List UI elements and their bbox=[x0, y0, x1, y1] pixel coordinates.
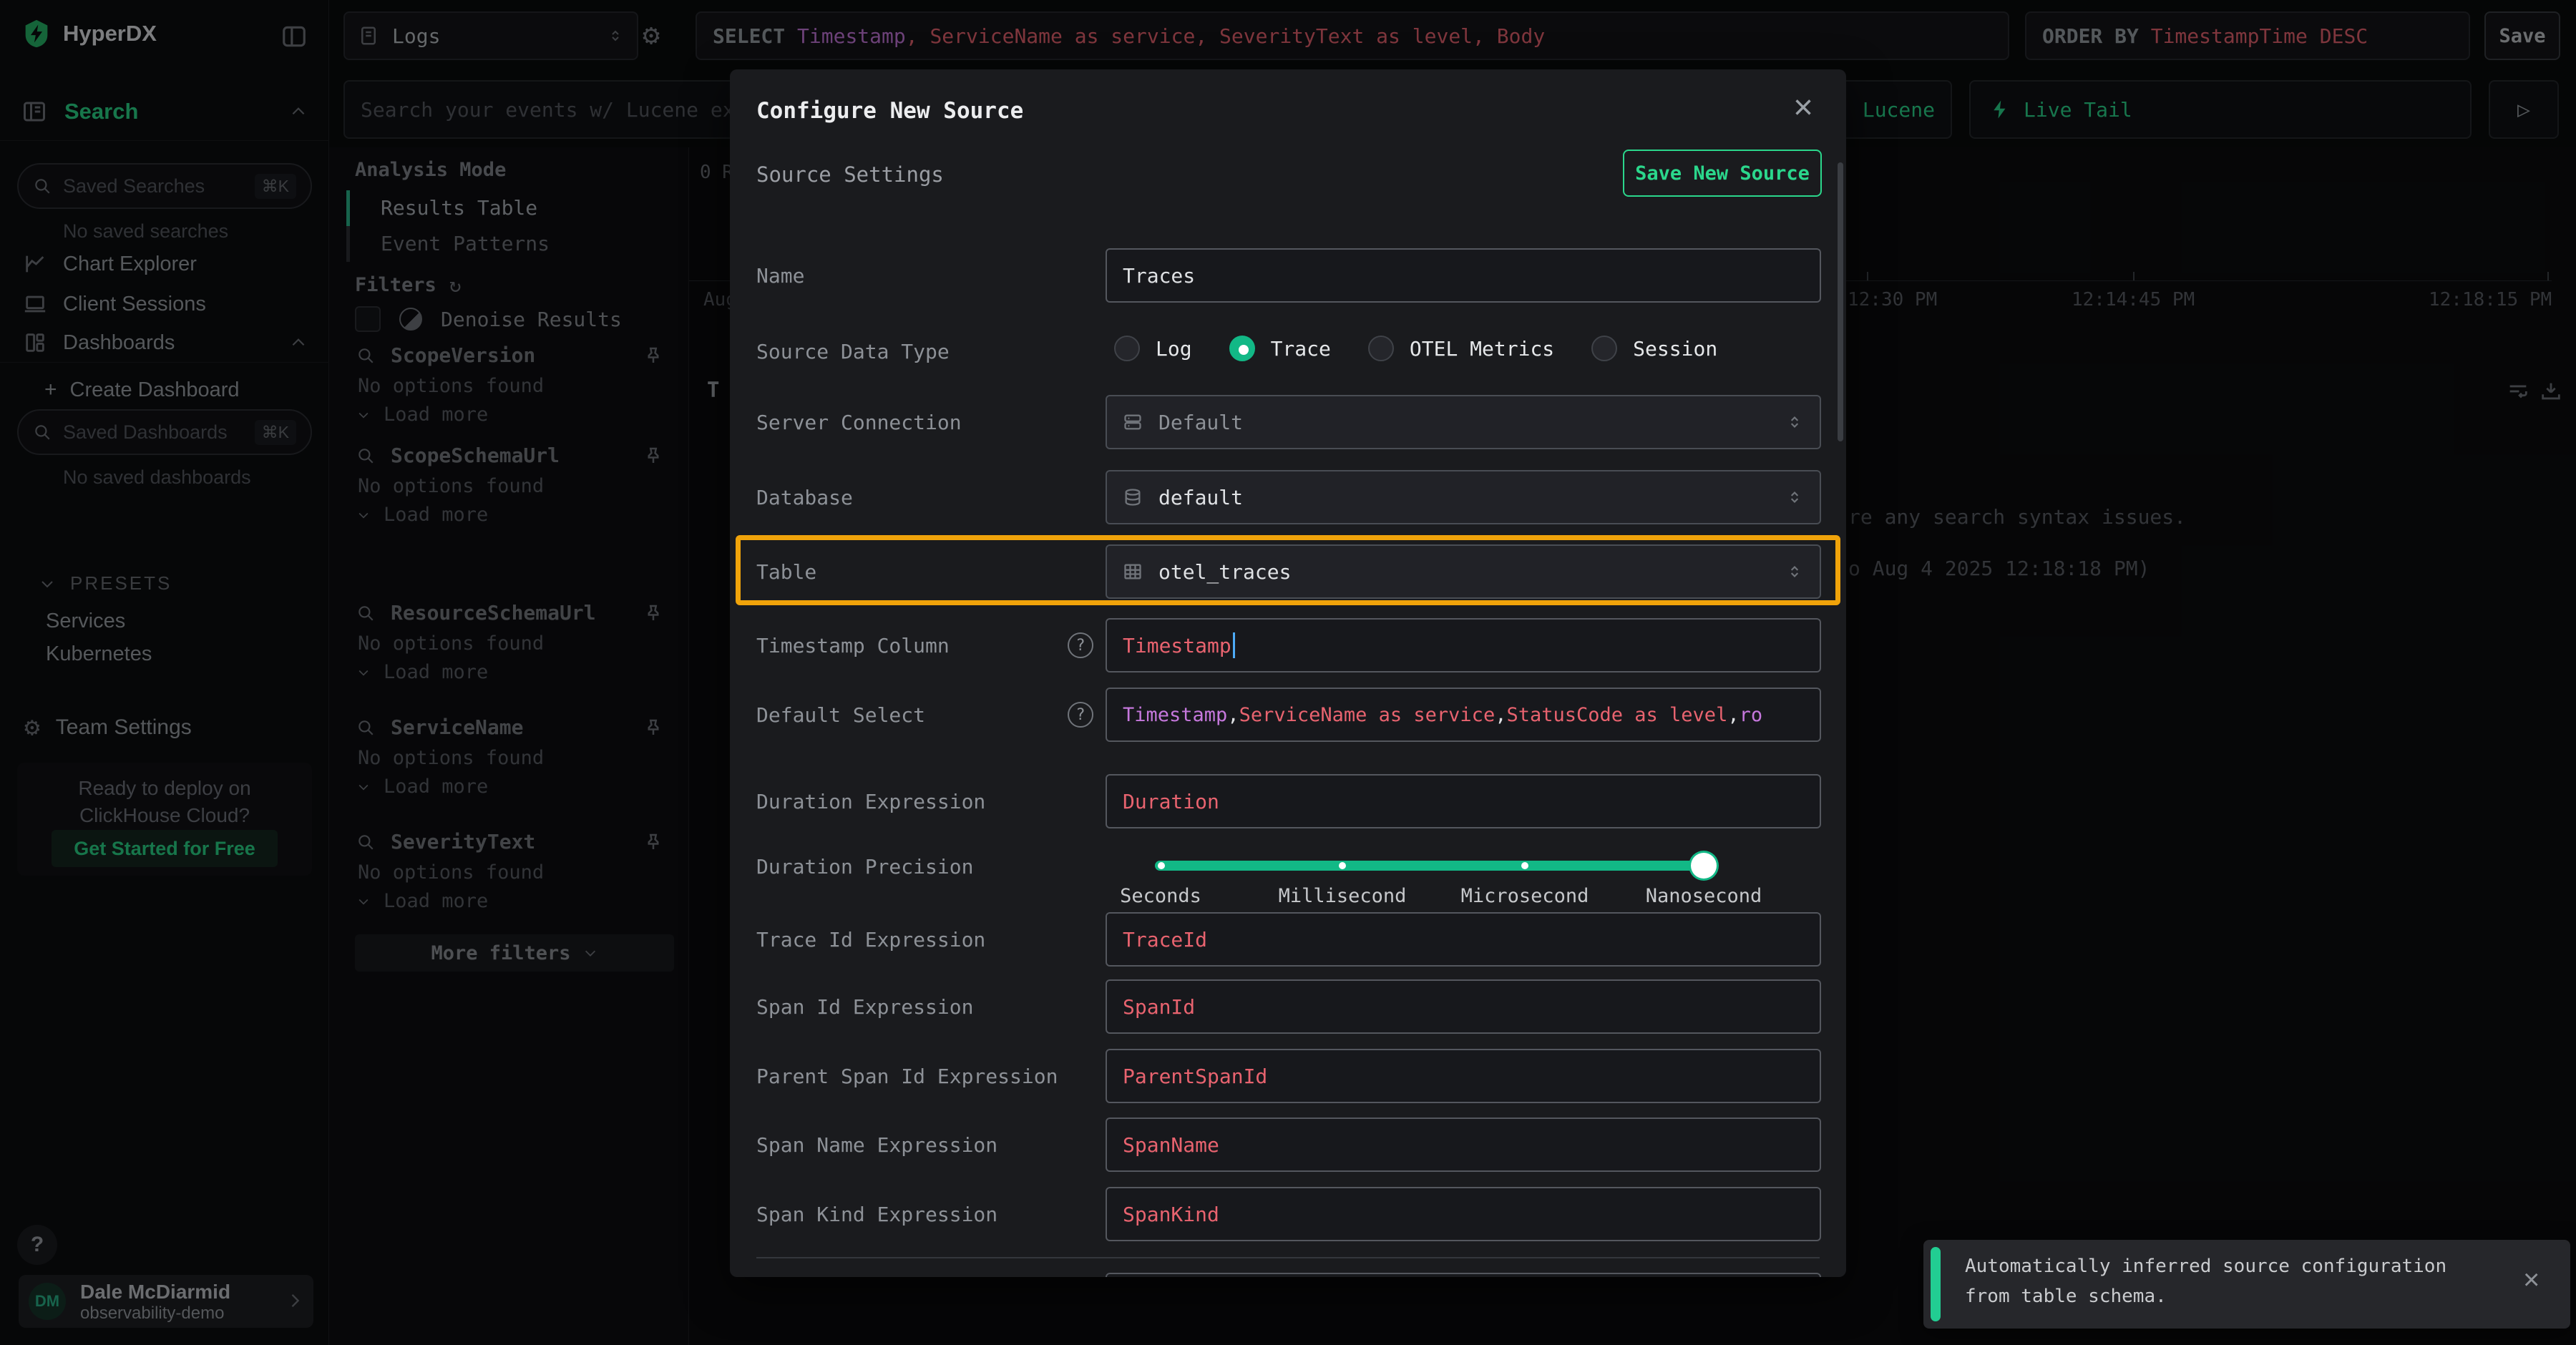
default-select-label: Default Select bbox=[756, 703, 925, 727]
chevron-updown-icon bbox=[1785, 413, 1804, 431]
section-title: Source Settings bbox=[756, 162, 944, 187]
sql-token: , bbox=[1727, 704, 1739, 726]
sql-token: , bbox=[1495, 704, 1506, 726]
name-input[interactable]: Traces bbox=[1106, 248, 1821, 303]
toast-accent-bar bbox=[1931, 1247, 1941, 1321]
toast-close-button[interactable]: × bbox=[2523, 1264, 2540, 1296]
radio-otel-metrics-label: OTEL Metrics bbox=[1410, 337, 1554, 361]
modal-title: Configure New Source bbox=[756, 98, 1023, 124]
duration-value: Duration bbox=[1123, 790, 1219, 813]
sql-token: Timestamp bbox=[1123, 704, 1227, 726]
chevron-updown-icon bbox=[1785, 488, 1804, 507]
parent-span-id-input[interactable]: ParentSpanId bbox=[1106, 1049, 1821, 1103]
trace-id-input[interactable]: TraceId bbox=[1106, 912, 1821, 967]
radio-log[interactable] bbox=[1114, 336, 1140, 361]
table-select[interactable]: otel_traces bbox=[1106, 544, 1821, 599]
partial-next-input[interactable] bbox=[1106, 1273, 1821, 1277]
parent-span-id-label: Parent Span Id Expression bbox=[756, 1065, 1058, 1088]
slider-label-millisecond[interactable]: Millisecond bbox=[1279, 885, 1407, 907]
slider-stop[interactable] bbox=[1521, 862, 1528, 869]
radio-trace[interactable] bbox=[1229, 336, 1255, 361]
duration-precision-slider[interactable] bbox=[1155, 861, 1704, 871]
radio-otel-metrics[interactable] bbox=[1368, 336, 1394, 361]
chevron-updown-icon bbox=[1785, 562, 1804, 581]
slider-label-microsecond[interactable]: Microsecond bbox=[1461, 885, 1589, 907]
help-icon: ? bbox=[1068, 702, 1093, 728]
timestamp-column-label: Timestamp Column bbox=[756, 634, 950, 657]
slider-label-seconds[interactable]: Seconds bbox=[1120, 885, 1201, 907]
source-data-type-label: Source Data Type bbox=[756, 340, 950, 363]
span-kind-input[interactable]: SpanKind bbox=[1106, 1187, 1821, 1241]
trace-id-label: Trace Id Expression bbox=[756, 928, 985, 952]
span-kind-value: SpanKind bbox=[1123, 1203, 1219, 1226]
trace-id-value: TraceId bbox=[1123, 928, 1207, 952]
server-connection-label: Server Connection bbox=[756, 411, 962, 434]
slider-label-nanosecond[interactable]: Nanosecond bbox=[1646, 885, 1762, 907]
server-icon bbox=[1123, 412, 1143, 432]
span-id-input[interactable]: SpanId bbox=[1106, 979, 1821, 1034]
span-id-value: SpanId bbox=[1123, 995, 1195, 1019]
database-select[interactable]: default bbox=[1106, 470, 1821, 524]
toast-line1: Automatically inferred source configurat… bbox=[1965, 1256, 2446, 1277]
table-icon bbox=[1123, 562, 1143, 582]
table-value: otel_traces bbox=[1158, 560, 1291, 584]
name-label: Name bbox=[756, 264, 804, 288]
modal-section-divider bbox=[756, 1257, 1820, 1258]
slider-stop[interactable] bbox=[1339, 862, 1346, 869]
span-name-value: SpanName bbox=[1123, 1133, 1219, 1157]
sql-token: , bbox=[1227, 704, 1239, 726]
duration-precision-label: Duration Precision bbox=[756, 855, 973, 879]
default-select-input[interactable]: Timestamp, ServiceName as service, Statu… bbox=[1106, 688, 1821, 742]
radio-trace-label: Trace bbox=[1271, 337, 1331, 361]
toast-line2: from table schema. bbox=[1965, 1286, 2167, 1307]
server-connection-select[interactable]: Default bbox=[1106, 395, 1821, 449]
sql-token: ro bbox=[1740, 704, 1763, 726]
duration-expression-label: Duration Expression bbox=[756, 790, 985, 813]
slider-stop[interactable] bbox=[1158, 862, 1165, 869]
toast-notification: Automatically inferred source configurat… bbox=[1923, 1240, 2570, 1329]
modal-scrollbar[interactable] bbox=[1838, 162, 1843, 441]
hyperdx-app: Logs ⚙ SELECT Timestamp, ServiceName as … bbox=[0, 0, 2576, 1345]
database-icon bbox=[1123, 487, 1143, 507]
duration-expression-input[interactable]: Duration bbox=[1106, 774, 1821, 828]
parent-span-id-value: ParentSpanId bbox=[1123, 1065, 1267, 1088]
modal-close-button[interactable]: × bbox=[1793, 88, 1813, 127]
database-label: Database bbox=[756, 486, 853, 509]
help-icon: ? bbox=[1068, 632, 1093, 658]
text-cursor bbox=[1233, 632, 1235, 658]
timestamp-column-value: Timestamp bbox=[1123, 634, 1231, 657]
span-name-label: Span Name Expression bbox=[756, 1133, 997, 1157]
configure-source-modal: Configure New Source × Source Settings S… bbox=[730, 69, 1846, 1277]
sql-token: ServiceName as service bbox=[1239, 704, 1496, 726]
sql-token: StatusCode as level bbox=[1506, 704, 1727, 726]
span-kind-label: Span Kind Expression bbox=[756, 1203, 997, 1226]
radio-log-label: Log bbox=[1156, 337, 1192, 361]
radio-session[interactable] bbox=[1591, 336, 1617, 361]
server-connection-value: Default bbox=[1158, 411, 1243, 434]
timestamp-column-input[interactable]: Timestamp bbox=[1106, 618, 1821, 672]
slider-thumb[interactable] bbox=[1691, 853, 1717, 879]
span-name-input[interactable]: SpanName bbox=[1106, 1117, 1821, 1172]
span-id-label: Span Id Expression bbox=[756, 995, 973, 1019]
database-value: default bbox=[1158, 486, 1243, 509]
save-new-source-button[interactable]: Save New Source bbox=[1623, 150, 1822, 197]
radio-session-label: Session bbox=[1633, 337, 1717, 361]
table-label: Table bbox=[756, 560, 816, 584]
name-value: Traces bbox=[1123, 264, 1195, 288]
